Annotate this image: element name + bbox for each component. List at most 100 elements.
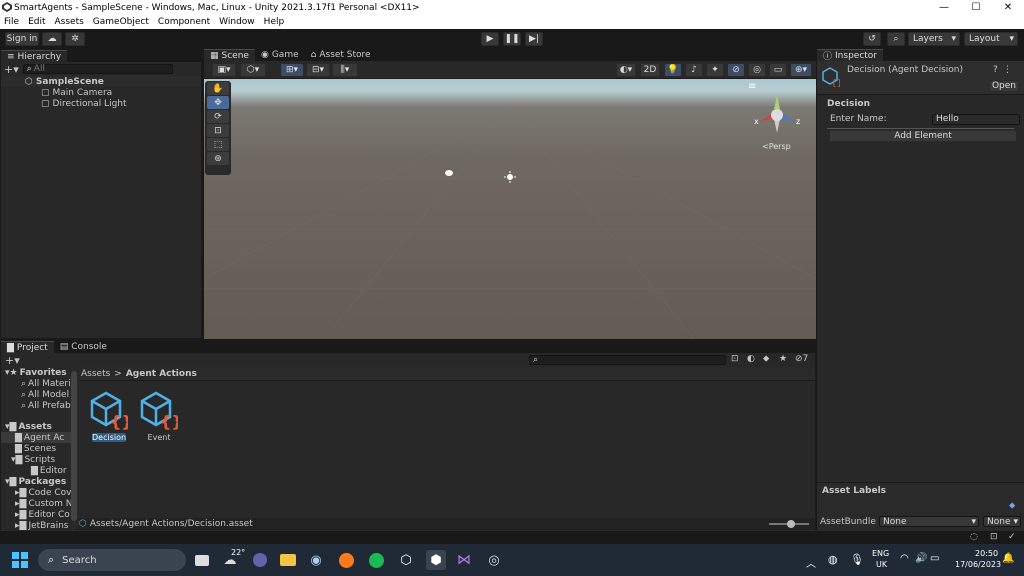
unity-hub-icon[interactable]: ⬡	[396, 550, 416, 570]
rotate-tool-icon[interactable]: ⟳	[207, 110, 229, 123]
menu-lines-icon[interactable]: ≡	[748, 81, 756, 92]
star-icon[interactable]: ★	[779, 354, 787, 364]
tree-item[interactable]: ⌕ All Prefab	[1, 400, 75, 411]
tree-item[interactable]: ▸▇ Editor Co	[1, 509, 75, 520]
asset-event[interactable]: {} Event	[139, 391, 183, 442]
tree-item[interactable]: ▸▇ Code Cov	[1, 487, 75, 498]
scene-viewport[interactable]: x z <Persp ≡	[204, 79, 816, 339]
persp-label[interactable]: <Persp	[762, 142, 791, 151]
battery-icon[interactable]: ▭	[930, 553, 939, 564]
clock-time[interactable]: 20:50	[975, 549, 998, 558]
tab-project[interactable]: ▇ Project	[1, 341, 54, 353]
tab-console[interactable]: ▤ Console	[54, 341, 113, 353]
pause-button[interactable]: ❚❚	[503, 32, 521, 46]
steam-icon[interactable]: ◉	[306, 550, 326, 570]
tree-item-selected[interactable]: ▇ Agent Ac	[1, 432, 75, 443]
wifi-icon[interactable]: ◠	[900, 553, 909, 564]
hidden-objects-icon[interactable]: ⊘	[727, 63, 745, 77]
tag-icon[interactable]: ⬥	[1009, 501, 1015, 511]
taskbar-search[interactable]: ⌕ Search	[38, 549, 186, 571]
effects-icon[interactable]: ✦	[706, 63, 724, 77]
tab-hierarchy[interactable]: ≡ Hierarchy	[1, 50, 68, 62]
tree-item[interactable]: ⌕ All Materi	[1, 378, 75, 389]
shading-icon[interactable]: ⬡▾	[240, 63, 266, 77]
minimize-button[interactable]: —	[928, 0, 960, 15]
tree-item[interactable]: ⌕ All Model	[1, 389, 75, 400]
menu-gameobject[interactable]: GameObject	[93, 17, 149, 27]
file-explorer-icon[interactable]	[278, 550, 298, 570]
firefox-icon[interactable]	[336, 550, 356, 570]
play-button[interactable]: ▶	[481, 32, 499, 46]
hand-tool-icon[interactable]: ✋	[207, 82, 229, 95]
asset-bundle-dropdown[interactable]: None ▾	[879, 516, 979, 527]
clock-date[interactable]: 17/06/2023	[955, 560, 1001, 569]
asset-variant-dropdown[interactable]: None ▾	[983, 516, 1021, 527]
chevron-up-icon[interactable]: ︿	[806, 555, 816, 570]
tree-item[interactable]: ▸▇ JetBrains	[1, 520, 75, 531]
menu-window[interactable]: Window	[219, 17, 255, 27]
move-tool-icon[interactable]: ✥	[207, 96, 229, 109]
transform-tool-icon[interactable]: ⊞▾	[280, 63, 304, 77]
visibility-icon[interactable]: ◎	[748, 63, 766, 77]
tree-item[interactable]: ▇ Scenes	[1, 443, 75, 454]
notification-icon[interactable]: 🔔	[1002, 553, 1014, 564]
visual-studio-icon[interactable]: ⋈	[454, 550, 474, 570]
zoom-slider[interactable]	[769, 520, 809, 528]
add-element-button[interactable]: Add Element	[829, 130, 1017, 142]
tree-assets[interactable]: ▾▇ Assets	[1, 421, 75, 432]
lighting-icon[interactable]: 💡	[664, 63, 682, 77]
chat-icon[interactable]	[250, 550, 270, 570]
volume-icon[interactable]: 🔊	[915, 553, 927, 564]
add-icon[interactable]: +▾	[4, 63, 19, 76]
language-indicator[interactable]: ENG	[872, 549, 889, 558]
tree-item[interactable]: ▾▇ Scripts	[1, 454, 75, 465]
tab-asset-store[interactable]: ⌂ Asset Store	[305, 49, 377, 61]
search-icon[interactable]: ⌕	[887, 32, 905, 46]
task-view-icon[interactable]	[192, 550, 212, 570]
settings-icon[interactable]: ⋮	[1003, 65, 1012, 75]
breadcrumb-agent-actions[interactable]: Agent Actions	[126, 369, 197, 379]
microphone-icon[interactable]: 🎙	[850, 553, 864, 566]
snap-icon[interactable]: ⊟▾	[306, 63, 330, 77]
tree-favorites[interactable]: ▾★ Favorites	[1, 367, 75, 378]
unity-editor-icon[interactable]: ⬢	[426, 550, 446, 570]
history-icon[interactable]: ↺	[863, 32, 881, 46]
name-input[interactable]: Hello	[932, 113, 1020, 125]
tree-scrollbar[interactable]	[71, 371, 77, 521]
tag-icon[interactable]: ⬥	[763, 354, 769, 364]
hierarchy-scene-row[interactable]: ⬡ SampleScene	[1, 76, 201, 87]
grid-snap-icon[interactable]: ⫼▾	[332, 63, 358, 77]
tab-game[interactable]: ◉ Game	[255, 49, 305, 61]
menu-component[interactable]: Component	[158, 17, 210, 27]
hierarchy-item-main-camera[interactable]: ▢ Main Camera	[1, 87, 201, 98]
layout-dropdown[interactable]: Layout ▾	[964, 32, 1018, 46]
draw-mode-icon[interactable]: ▣▾	[212, 63, 236, 77]
maximize-button[interactable]: ☐	[960, 0, 992, 15]
hierarchy-search-input[interactable]: ⌕ All	[22, 64, 173, 74]
orientation-gizmo-icon[interactable]	[752, 87, 802, 139]
breadcrumb-assets[interactable]: Assets	[81, 369, 110, 379]
toggle-2d-button[interactable]: 2D	[640, 63, 660, 77]
transform-tool-icon[interactable]: ⊛	[207, 152, 229, 165]
menu-assets[interactable]: Assets	[55, 17, 84, 27]
add-icon[interactable]: +▾	[5, 354, 20, 367]
scale-tool-icon[interactable]: ⊡	[207, 124, 229, 137]
asset-decision[interactable]: {} Decision	[89, 391, 133, 442]
open-button[interactable]: Open	[989, 80, 1019, 92]
tree-item[interactable]: ▇ Editor	[1, 465, 75, 476]
close-button[interactable]: ✕	[992, 0, 1024, 15]
filter-type-icon[interactable]: ⊡	[731, 354, 739, 364]
menu-edit[interactable]: Edit	[28, 17, 45, 27]
tab-inspector[interactable]: ⓘ Inspector	[817, 49, 883, 62]
app-tray-icon[interactable]: ◍	[828, 553, 838, 566]
tree-packages[interactable]: ▾▇ Packages	[1, 476, 75, 487]
cloud-icon[interactable]: ☁	[42, 32, 62, 46]
hierarchy-item-directional-light[interactable]: ▢ Directional Light	[1, 98, 201, 109]
tree-item[interactable]: ▸▇ Custom N	[1, 498, 75, 509]
camera-icon[interactable]: ▭	[769, 63, 787, 77]
menu-file[interactable]: File	[4, 17, 19, 27]
gizmos-icon[interactable]: ⊕▾	[790, 63, 812, 77]
camera-mode-icon[interactable]: ◐▾	[616, 63, 636, 77]
windows-start-icon[interactable]	[12, 552, 28, 568]
layers-dropdown[interactable]: Layers ▾	[908, 32, 960, 46]
